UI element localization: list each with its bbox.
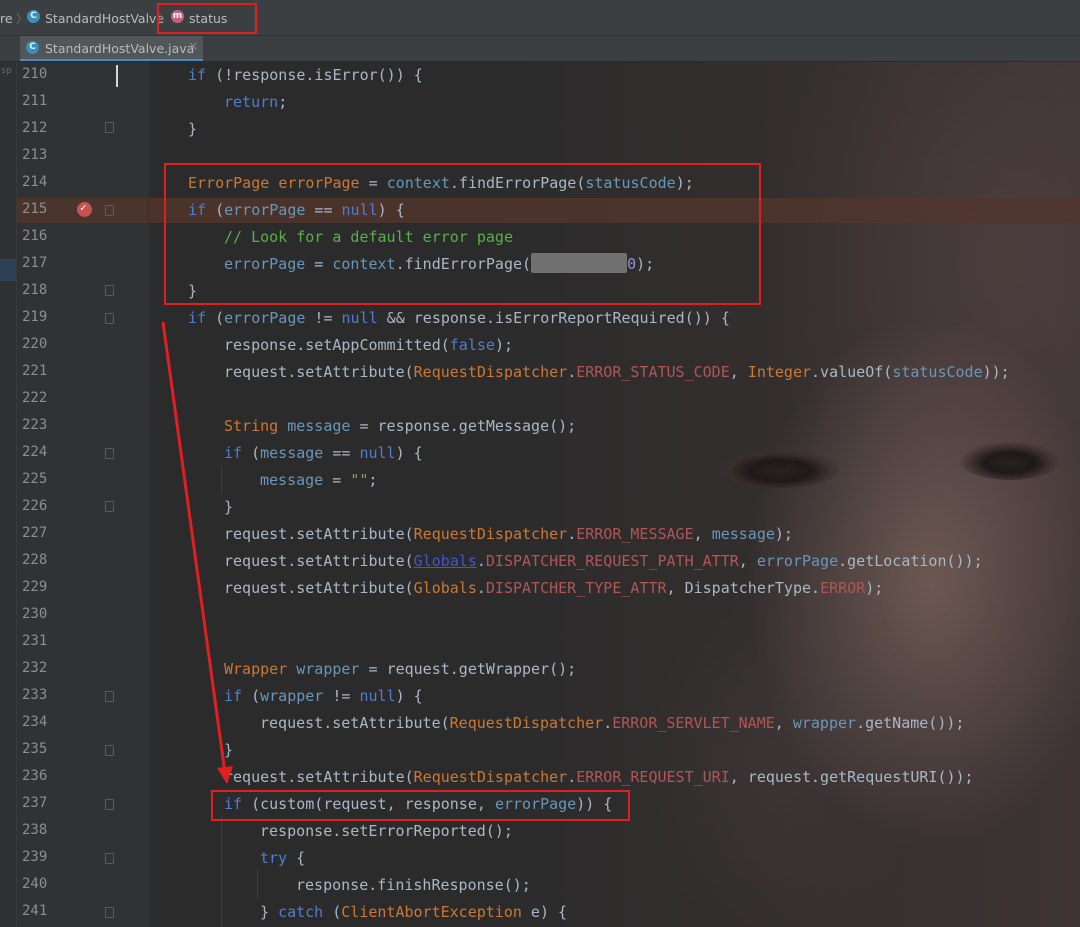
class-icon: C: [27, 10, 40, 23]
line-number[interactable]: 229: [22, 579, 48, 595]
line-number[interactable]: 240: [22, 876, 48, 892]
close-icon[interactable]: ×: [188, 39, 198, 53]
line-number[interactable]: 239: [22, 849, 48, 865]
left-tool-strip: sp: [0, 62, 17, 927]
code-line-221[interactable]: request.setAttribute(RequestDispatcher.E…: [224, 359, 1010, 386]
fold-marker-icon[interactable]: [105, 745, 114, 756]
fold-marker-icon[interactable]: [105, 691, 114, 702]
code-line-241[interactable]: } catch (ClientAbortException e) {: [260, 899, 567, 926]
line-number[interactable]: 220: [22, 336, 48, 352]
breadcrumb-item-package[interactable]: re: [0, 11, 13, 26]
line-number[interactable]: 241: [22, 903, 48, 919]
indent-guide: [221, 816, 222, 927]
line-number[interactable]: 233: [22, 687, 48, 703]
line-number[interactable]: 223: [22, 417, 48, 433]
indent-guide: [221, 466, 222, 494]
line-number[interactable]: 225: [22, 471, 48, 487]
line-number[interactable]: 224: [22, 444, 48, 460]
line-number[interactable]: 218: [22, 282, 48, 298]
line-number[interactable]: 231: [22, 633, 48, 649]
tool-strip-label[interactable]: sp: [1, 66, 12, 76]
code-line-226[interactable]: }: [224, 494, 233, 521]
fold-marker-icon[interactable]: [105, 501, 114, 512]
line-number[interactable]: 230: [22, 606, 48, 622]
class-icon: C: [26, 41, 39, 54]
line-number[interactable]: 227: [22, 525, 48, 541]
code-line-212[interactable]: }: [188, 116, 197, 143]
line-number[interactable]: 228: [22, 552, 48, 568]
code-line-225[interactable]: message = "";: [260, 467, 377, 494]
line-number[interactable]: 211: [22, 93, 48, 109]
line-number[interactable]: 222: [22, 390, 48, 406]
fold-marker-icon[interactable]: [105, 448, 114, 459]
breakpoint-icon[interactable]: ✓: [77, 201, 92, 217]
code-line-220[interactable]: response.setAppCommitted(false);: [224, 332, 513, 359]
breakpoint-check-icon: ✓: [80, 201, 87, 214]
indent-guide: [149, 62, 150, 927]
line-number[interactable]: 217: [22, 255, 48, 271]
indent-guide: [257, 870, 258, 898]
code-line-210[interactable]: if (!response.isError()) {: [188, 62, 423, 89]
tab-label: StandardHostValve.java: [45, 41, 195, 56]
line-number[interactable]: 237: [22, 795, 48, 811]
line-number[interactable]: 210: [22, 66, 48, 82]
code-line-238[interactable]: response.setErrorReported();: [260, 818, 513, 845]
fold-marker-icon[interactable]: [105, 799, 114, 810]
code-line-236[interactable]: request.setAttribute(RequestDispatcher.E…: [224, 764, 974, 791]
annotation-box-method: [157, 3, 257, 34]
fold-marker-icon[interactable]: [105, 313, 114, 324]
code-line-233[interactable]: if (wrapper != null) {: [224, 683, 423, 710]
editor-tab-bar: C StandardHostValve.java ×: [0, 36, 1080, 62]
text-caret: [116, 65, 118, 87]
line-number[interactable]: 236: [22, 768, 48, 784]
line-number[interactable]: 235: [22, 741, 48, 757]
code-line-239[interactable]: try {: [260, 845, 305, 872]
tool-strip-highlight: [0, 259, 16, 281]
code-line-219[interactable]: if (errorPage != null && response.isErro…: [188, 305, 730, 332]
line-number[interactable]: 215: [22, 201, 48, 217]
line-number[interactable]: 216: [22, 228, 48, 244]
line-number[interactable]: 212: [22, 120, 48, 136]
tab-standardhostvalve[interactable]: C StandardHostValve.java ×: [20, 36, 203, 61]
line-number[interactable]: 238: [22, 822, 48, 838]
annotation-box-findErrorPage: [164, 163, 761, 305]
code-line-211[interactable]: return;: [224, 89, 287, 116]
line-number[interactable]: 219: [22, 309, 48, 325]
gutter-separator: [147, 62, 148, 927]
fold-marker-icon[interactable]: [105, 907, 114, 918]
background-eye-left: [720, 450, 840, 488]
code-line-235[interactable]: }: [224, 737, 233, 764]
fold-marker-icon[interactable]: [105, 122, 114, 133]
breadcrumb-item-class[interactable]: StandardHostValve: [45, 11, 164, 26]
code-line-223[interactable]: String message = response.getMessage();: [224, 413, 576, 440]
background-eye-right: [960, 442, 1060, 480]
annotation-box-custom: [211, 790, 630, 821]
code-line-234[interactable]: request.setAttribute(RequestDispatcher.E…: [260, 710, 964, 737]
fold-marker-icon[interactable]: [105, 285, 114, 296]
code-line-229[interactable]: request.setAttribute(Globals.DISPATCHER_…: [224, 575, 883, 602]
line-number[interactable]: 226: [22, 498, 48, 514]
line-number[interactable]: 214: [22, 174, 48, 190]
line-number[interactable]: 221: [22, 363, 48, 379]
fold-marker-icon[interactable]: [105, 205, 114, 216]
line-number[interactable]: 232: [22, 660, 48, 676]
code-line-224[interactable]: if (message == null) {: [224, 440, 423, 467]
code-line-227[interactable]: request.setAttribute(RequestDispatcher.E…: [224, 521, 793, 548]
fold-marker-icon[interactable]: [105, 853, 114, 864]
code-line-232[interactable]: Wrapper wrapper = request.getWrapper();: [224, 656, 576, 683]
code-line-240[interactable]: response.finishResponse();: [296, 872, 531, 899]
code-line-228[interactable]: request.setAttribute(Globals.DISPATCHER_…: [224, 548, 983, 575]
line-number[interactable]: 213: [22, 147, 48, 163]
line-number[interactable]: 234: [22, 714, 48, 730]
breadcrumb-separator-icon: 〉: [16, 12, 29, 26]
